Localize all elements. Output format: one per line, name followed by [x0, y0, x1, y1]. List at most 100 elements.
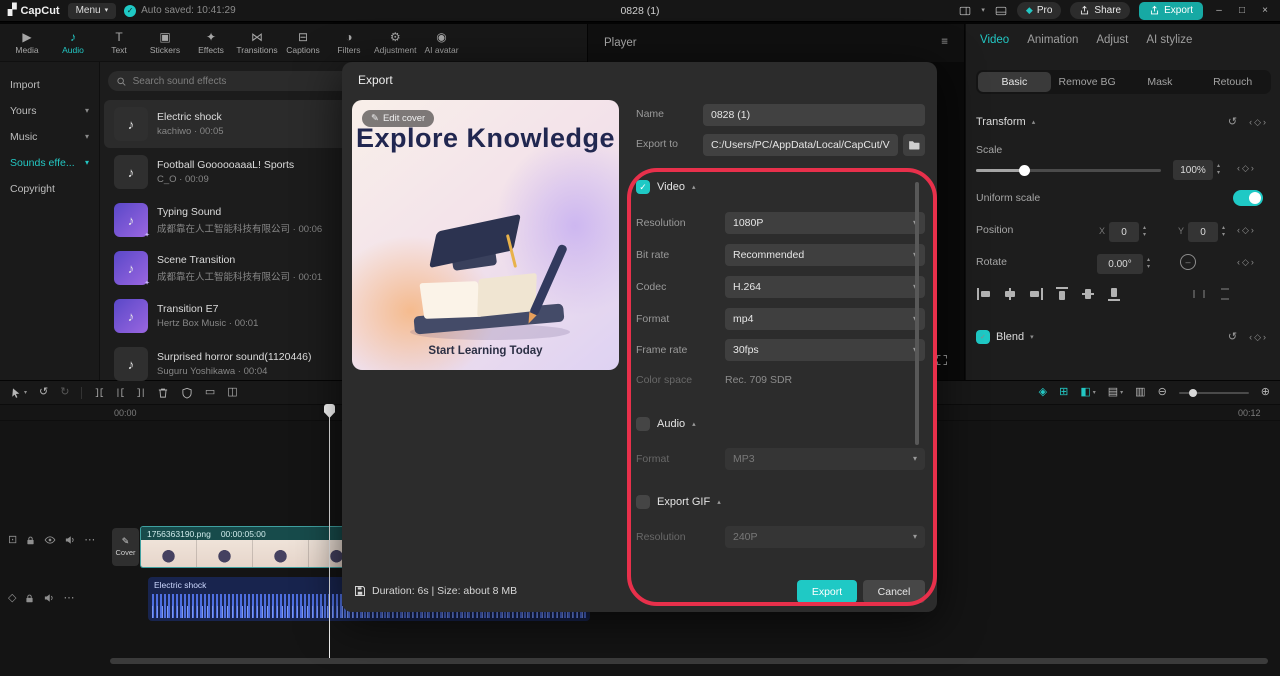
- cover-edit-button[interactable]: Cover: [112, 528, 139, 566]
- trim-right-icon[interactable]: ]|: [136, 388, 146, 398]
- lock-icon[interactable]: [25, 534, 36, 546]
- share-button[interactable]: Share: [1070, 2, 1131, 19]
- sidebar-item-import[interactable]: Import: [0, 72, 99, 98]
- subtab-mask[interactable]: Mask: [1124, 72, 1197, 92]
- close-button[interactable]: [1258, 6, 1272, 16]
- position-x-stepper[interactable]: [1143, 225, 1146, 238]
- scale-slider[interactable]: [976, 165, 1161, 176]
- timeline-zoom-slider[interactable]: [1178, 388, 1249, 397]
- name-input[interactable]: [703, 104, 925, 126]
- link-clips-icon[interactable]: [1059, 387, 1068, 398]
- cancel-button[interactable]: Cancel: [863, 580, 925, 603]
- mask-icon[interactable]: [181, 386, 193, 399]
- format-select[interactable]: mp4: [725, 308, 925, 330]
- subtab-remove-bg[interactable]: Remove BG: [1051, 72, 1124, 92]
- distribute-vertical-icon[interactable]: [1217, 286, 1233, 302]
- scale-keyframe-control[interactable]: [1237, 164, 1254, 173]
- audio-section-header[interactable]: Audio: [636, 417, 696, 431]
- mute-icon[interactable]: [43, 592, 55, 604]
- video-checkbox[interactable]: [636, 180, 650, 194]
- subtab-basic[interactable]: Basic: [978, 72, 1051, 92]
- export-button-titlebar[interactable]: Export: [1139, 1, 1203, 20]
- position-x-value[interactable]: 0: [1109, 222, 1139, 242]
- more-icon[interactable]: [84, 535, 95, 546]
- position-keyframe-control[interactable]: [1237, 226, 1254, 235]
- gif-checkbox[interactable]: [636, 495, 650, 509]
- export-confirm-button[interactable]: Export: [797, 580, 857, 603]
- lock-icon[interactable]: [24, 592, 35, 604]
- layout-chevron-icon[interactable]: [981, 7, 985, 14]
- framerate-select[interactable]: 30fps: [725, 339, 925, 361]
- trim-left-icon[interactable]: |[: [115, 388, 125, 398]
- playhead[interactable]: [329, 404, 330, 658]
- undo-icon[interactable]: [39, 387, 48, 398]
- export-path-input[interactable]: [703, 134, 898, 156]
- timeline-scrollbar[interactable]: [110, 658, 1268, 664]
- tab-audio[interactable]: Audio: [52, 31, 94, 55]
- view-options-icon[interactable]: [1108, 387, 1123, 398]
- tab-animation[interactable]: Animation: [1027, 34, 1078, 46]
- reset-transform-icon[interactable]: [1228, 117, 1237, 128]
- maximize-button[interactable]: [1235, 6, 1249, 16]
- track-thumbnail-toggle-icon[interactable]: [8, 535, 17, 546]
- dialog-scrollbar[interactable]: [915, 182, 919, 445]
- distribute-horizontal-icon[interactable]: [1191, 286, 1207, 302]
- layout-compact-icon[interactable]: [994, 4, 1008, 16]
- audio-effects-icon[interactable]: [8, 593, 16, 604]
- zoom-out-icon[interactable]: [1158, 387, 1167, 398]
- bitrate-select[interactable]: Recommended: [725, 244, 925, 266]
- tab-ai-stylize[interactable]: AI stylize: [1146, 34, 1192, 46]
- zoom-in-icon[interactable]: [1261, 387, 1270, 398]
- resolution-select[interactable]: 1080P: [725, 212, 925, 234]
- select-tool-icon[interactable]: [10, 387, 27, 399]
- tab-stickers[interactable]: Stickers: [144, 31, 186, 55]
- align-middle-vertical-icon[interactable]: [1080, 286, 1096, 302]
- tab-video[interactable]: Video: [980, 34, 1009, 46]
- reset-blend-icon[interactable]: [1228, 332, 1237, 343]
- tab-adjust[interactable]: Adjust: [1096, 34, 1128, 46]
- uniform-scale-toggle[interactable]: [1233, 190, 1263, 206]
- keyframe-control[interactable]: [1249, 118, 1266, 127]
- tab-filters[interactable]: Filters: [328, 31, 370, 55]
- align-left-icon[interactable]: [976, 286, 992, 302]
- tab-transitions[interactable]: Transitions: [236, 31, 278, 55]
- tab-media[interactable]: Media: [6, 31, 48, 55]
- browse-folder-button[interactable]: [903, 134, 925, 156]
- align-center-horizontal-icon[interactable]: [1002, 286, 1018, 302]
- eye-icon[interactable]: [44, 534, 56, 546]
- tab-adjustment[interactable]: Adjustment: [374, 31, 417, 55]
- rotate-keyframe-control[interactable]: [1237, 258, 1254, 267]
- tab-text[interactable]: Text: [98, 31, 140, 55]
- scale-stepper[interactable]: [1217, 163, 1220, 176]
- blend-title[interactable]: Blend: [976, 330, 1034, 344]
- sidebar-item-copyright[interactable]: Copyright: [0, 176, 99, 202]
- tab-ai-avatar[interactable]: AI avatar: [421, 31, 463, 55]
- sidebar-item-sound-effects[interactable]: Sounds effe...: [0, 150, 99, 176]
- codec-select[interactable]: H.264: [725, 276, 925, 298]
- redo-icon[interactable]: [60, 387, 69, 398]
- track-height-icon[interactable]: [1135, 387, 1145, 398]
- scale-value[interactable]: 100%: [1173, 160, 1213, 180]
- align-right-icon[interactable]: [1028, 286, 1044, 302]
- split-icon[interactable]: ][: [94, 388, 104, 398]
- edit-cover-button[interactable]: Edit cover: [362, 110, 435, 127]
- gif-section-header[interactable]: Export GIF: [636, 495, 721, 509]
- blend-keyframe-control[interactable]: [1249, 333, 1266, 342]
- align-bottom-icon[interactable]: [1106, 286, 1122, 302]
- minimize-button[interactable]: [1212, 6, 1226, 16]
- sidebar-item-yours[interactable]: Yours: [0, 98, 99, 124]
- layout-panels-icon[interactable]: [958, 4, 972, 16]
- position-y-value[interactable]: 0: [1188, 222, 1218, 242]
- rotate-stepper[interactable]: [1147, 257, 1150, 270]
- menu-button[interactable]: Menu: [67, 2, 117, 19]
- mirror-icon[interactable]: [227, 387, 237, 398]
- tab-captions[interactable]: Captions: [282, 31, 324, 55]
- transform-title[interactable]: Transform: [976, 116, 1035, 128]
- sidebar-item-music[interactable]: Music: [0, 124, 99, 150]
- blend-checkbox[interactable]: [976, 330, 990, 344]
- video-section-header[interactable]: Video: [636, 180, 695, 194]
- delete-icon[interactable]: [157, 386, 169, 398]
- fullscreen-icon[interactable]: [936, 354, 948, 366]
- more-icon[interactable]: [63, 593, 74, 604]
- crop-icon[interactable]: [205, 387, 215, 398]
